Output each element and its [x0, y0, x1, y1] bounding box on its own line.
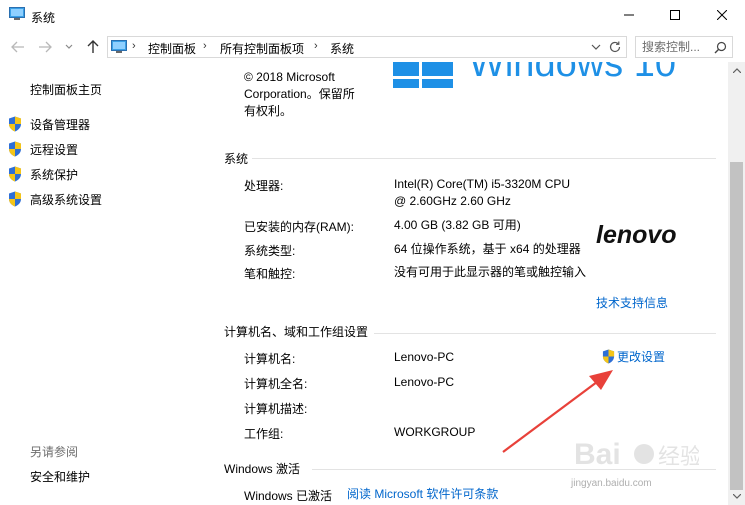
breadcrumb-separator: ›	[132, 40, 136, 52]
shield-icon	[9, 116, 21, 132]
security-maintenance-link[interactable]: 安全和维护	[30, 468, 90, 485]
maximize-icon	[670, 10, 680, 20]
recent-locations-button[interactable]	[60, 38, 78, 56]
sidebar-item-device-manager[interactable]: 设备管理器	[8, 115, 90, 133]
breadcrumb-control-panel[interactable]: 控制面板	[148, 40, 196, 57]
full-computer-name-label: 计算机全名:	[244, 377, 308, 391]
svg-text:Bai: Bai	[574, 438, 621, 471]
processor-line: Intel(R) Core(TM) i5-3320M CPU	[394, 177, 571, 191]
processor-line: @ 2.60GHz 2.60 GHz	[394, 194, 511, 208]
sidebar-item-system-protection[interactable]: 系统保护	[8, 165, 78, 183]
vertical-scrollbar[interactable]	[728, 62, 745, 505]
sidebar-item-remote-settings[interactable]: 远程设置	[8, 140, 78, 158]
control-panel-icon	[111, 40, 127, 53]
system-computer-icon	[9, 7, 25, 20]
processor-label: 处理器:	[244, 179, 284, 193]
shield-icon	[9, 141, 21, 157]
system-section-heading: 系统	[224, 152, 249, 166]
watermark-text: jingyan.baidu.com	[571, 478, 652, 489]
breadcrumb-separator: ›	[314, 40, 318, 52]
close-icon	[717, 10, 727, 20]
windows-logo-icon: Windows 10	[393, 62, 676, 88]
maximize-button[interactable]	[652, 0, 698, 30]
search-box[interactable]	[635, 36, 733, 58]
pen-touch-value: 没有可用于此显示器的笔或触控输入	[394, 265, 587, 279]
shield-icon	[9, 166, 21, 182]
workgroup-label: 工作组:	[244, 427, 284, 441]
support-info-link[interactable]: 技术支持信息	[596, 295, 668, 312]
see-also-heading: 另请参阅	[30, 445, 79, 459]
system-type-value: 64 位操作系统，基于 x64 的处理器	[394, 242, 581, 256]
search-input[interactable]	[642, 39, 712, 55]
back-arrow-icon	[11, 41, 24, 53]
title-bar: 系统	[0, 0, 745, 32]
system-type-label: 系统类型:	[244, 244, 296, 258]
chevron-down-icon	[65, 44, 73, 49]
section-divider	[252, 158, 716, 159]
ram-value: 4.00 GB (3.82 GB 可用)	[394, 218, 521, 232]
computer-description-label: 计算机描述:	[244, 402, 308, 416]
control-panel-home-link[interactable]: 控制面板主页	[30, 81, 102, 98]
computer-name-section-heading: 计算机名、域和工作组设置	[224, 325, 369, 339]
refresh-icon[interactable]	[608, 40, 622, 54]
sidebar-item-label: 系统保护	[30, 167, 79, 182]
shield-icon	[9, 191, 21, 207]
baidu-watermark: Bai 经验	[574, 438, 699, 471]
copyright-notice: © 2018 Microsoft Corporation。保留所 有权利。	[244, 69, 384, 120]
up-arrow-icon	[87, 40, 99, 53]
forward-arrow-icon	[39, 41, 52, 53]
close-button[interactable]	[699, 0, 745, 30]
section-divider	[374, 333, 716, 334]
license-terms-link[interactable]: 阅读 Microsoft 软件许可条款	[347, 486, 498, 503]
sidebar-item-label: 设备管理器	[30, 117, 91, 132]
workgroup-value: WORKGROUP	[394, 425, 476, 439]
full-computer-name-value: Lenovo-PC	[394, 375, 455, 389]
minimize-button[interactable]	[606, 0, 652, 30]
sidebar-item-label: 高级系统设置	[30, 192, 103, 207]
up-button[interactable]	[84, 38, 102, 56]
search-icon[interactable]	[714, 41, 727, 54]
activation-status: Windows 已激活	[244, 489, 333, 503]
address-dropdown-icon[interactable]	[590, 41, 602, 53]
computer-name-value: Lenovo-PC	[394, 350, 455, 364]
breadcrumb-system[interactable]: 系统	[330, 40, 354, 57]
minimize-icon	[624, 14, 634, 16]
scroll-down-button[interactable]	[728, 488, 745, 505]
sidebar-item-label: 远程设置	[30, 142, 79, 157]
lenovo-logo-text: lenovo	[596, 223, 677, 249]
back-button[interactable]	[9, 38, 27, 56]
scroll-up-button[interactable]	[728, 62, 745, 79]
change-settings-label: 更改设置	[617, 350, 666, 364]
chevron-down-icon	[732, 494, 741, 499]
windows-logo-text: Windows 10	[469, 62, 676, 85]
copyright-line: Corporation。保留所	[244, 87, 355, 101]
copyright-line: 有权利。	[244, 104, 293, 118]
breadcrumb-separator: ›	[203, 40, 207, 52]
ram-label: 已安装的内存(RAM):	[244, 220, 354, 234]
processor-value: Intel(R) Core(TM) i5-3320M CPU @ 2.60GHz…	[394, 176, 570, 210]
sidebar-item-advanced-settings[interactable]: 高级系统设置	[8, 190, 102, 208]
copyright-line: © 2018 Microsoft	[244, 70, 335, 84]
pen-touch-label: 笔和触控:	[244, 267, 296, 281]
forward-button[interactable]	[36, 38, 54, 56]
window-title: 系统	[31, 11, 56, 25]
chevron-up-icon	[732, 68, 741, 73]
activation-section-heading: Windows 激活	[224, 462, 301, 476]
address-bar[interactable]: › 控制面板 › 所有控制面板项 › 系统	[107, 36, 627, 58]
lenovo-logo: lenovo	[596, 223, 677, 249]
scroll-thumb[interactable]	[730, 162, 743, 490]
breadcrumb-all-items[interactable]: 所有控制面板项	[220, 40, 304, 57]
computer-name-label: 计算机名:	[244, 352, 296, 366]
windows-logo: Windows 10	[393, 62, 728, 91]
left-navigation-pane: 控制面板主页 设备管理器 远程设置 系统保护 高级系统设置 另请参阅 安全和维护	[0, 62, 222, 505]
svg-text:经验: 经验	[658, 444, 699, 469]
